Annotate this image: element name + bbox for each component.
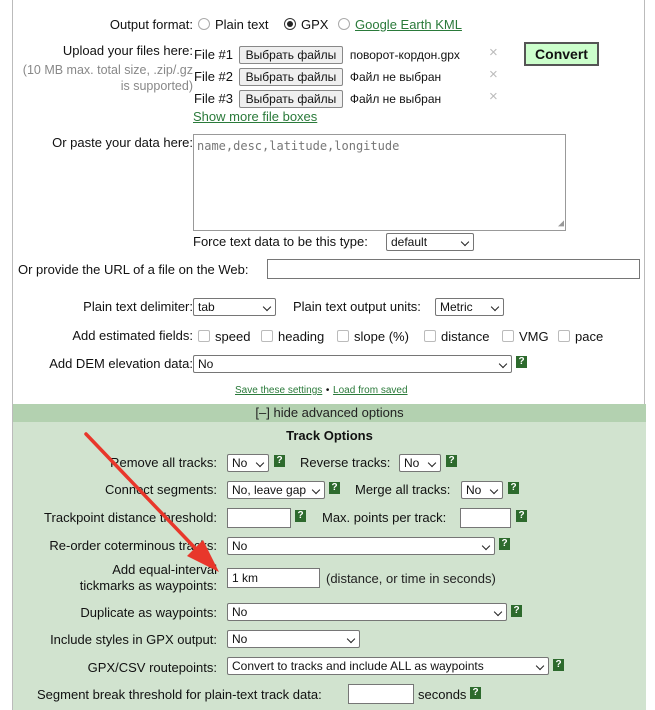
radio-circle[interactable]	[198, 18, 210, 30]
help-icon[interactable]: ?	[511, 605, 522, 617]
load-settings-link[interactable]: Load from saved	[333, 385, 408, 396]
merge-all-tracks-select[interactable]: No	[461, 481, 503, 499]
output-format-label: Output format:	[109, 17, 193, 32]
reorder-tracks-label: Re-order coterminous tracks:	[49, 538, 217, 553]
file-name-2: Файл не выбран	[349, 70, 442, 84]
url-label: Or provide the URL of a file on the Web:	[18, 262, 249, 277]
checkbox-distance[interactable]: distance	[424, 329, 489, 344]
resize-grip-icon[interactable]: ◢	[558, 218, 564, 229]
close-icon[interactable]: ×	[489, 44, 498, 61]
convert-button[interactable]: Convert	[524, 42, 599, 66]
checkbox-speed[interactable]: speed	[198, 329, 250, 344]
tickmarks-label: Add equal-interval tickmarks as waypoint…	[79, 562, 217, 593]
routepoints-select[interactable]: Convert to tracks and include ALL as way…	[227, 657, 549, 675]
reorder-tracks-select[interactable]: No	[227, 537, 495, 555]
save-settings-link[interactable]: Save these settings	[235, 385, 322, 396]
radio-gpx[interactable]: GPX	[284, 17, 328, 32]
checkbox-slope[interactable]: slope (%)	[337, 329, 409, 344]
help-icon[interactable]: ?	[499, 538, 510, 550]
segment-break-input[interactable]	[348, 684, 414, 704]
estimated-fields-label: Add estimated fields:	[72, 328, 193, 343]
delimiter-select[interactable]: tab	[193, 298, 276, 316]
help-icon[interactable]: ?	[274, 455, 285, 467]
advanced-options-panel: [–] hide advanced options Track Options …	[13, 404, 646, 710]
connect-segments-select[interactable]: No, leave gap	[227, 481, 325, 499]
checkbox-box[interactable]	[502, 330, 514, 342]
choose-file-button-3[interactable]: Выбрать файлы	[238, 90, 344, 108]
help-icon[interactable]: ?	[516, 356, 527, 368]
close-icon[interactable]: ×	[489, 88, 498, 105]
close-icon[interactable]: ×	[489, 66, 498, 83]
delimiter-label: Plain text delimiter:	[83, 299, 193, 314]
help-icon[interactable]: ?	[553, 659, 564, 671]
distance-threshold-label: Trackpoint distance threshold:	[44, 510, 217, 525]
file-row-1: File #1 Выбрать файлы поворот-кордон.gpx	[194, 46, 460, 64]
choose-file-button-1[interactable]: Выбрать файлы	[238, 46, 344, 64]
help-icon[interactable]: ?	[508, 482, 519, 494]
help-icon[interactable]: ?	[329, 482, 340, 494]
file-row-3: File #3 Выбрать файлы Файл не выбран	[194, 90, 442, 108]
paste-data-textarea[interactable]: name,desc,latitude,longitude ◢	[193, 134, 566, 231]
segment-break-label: Segment break threshold for plain-text t…	[37, 687, 322, 702]
checkbox-vmg[interactable]: VMG	[502, 329, 549, 344]
kml-link[interactable]: Google Earth KML	[355, 17, 462, 32]
force-type-select[interactable]: default	[386, 233, 474, 251]
tickmarks-input[interactable]: 1 km	[227, 568, 320, 588]
settings-links: Save these settings • Load from saved	[235, 385, 408, 396]
upload-hint: (10 MB max. total size, .zip/.gz is supp…	[22, 63, 193, 93]
dem-select[interactable]: No	[193, 355, 512, 373]
segment-break-unit: seconds	[418, 687, 467, 702]
radio-plain-text[interactable]: Plain text	[198, 17, 268, 32]
include-styles-label: Include styles in GPX output:	[50, 632, 217, 647]
tickmarks-hint: (distance, or time in seconds)	[326, 571, 496, 586]
checkbox-box[interactable]	[424, 330, 436, 342]
file-name-3: Файл не выбран	[349, 92, 442, 106]
help-icon[interactable]: ?	[470, 687, 481, 699]
duplicate-waypoints-label: Duplicate as waypoints:	[80, 605, 217, 620]
routepoints-label: GPX/CSV routepoints:	[87, 660, 217, 675]
paste-label: Or paste your data here:	[52, 135, 193, 150]
paste-placeholder: name,desc,latitude,longitude	[197, 139, 400, 153]
max-points-label: Max. points per track:	[322, 510, 447, 525]
remove-all-tracks-label: Remove all tracks:	[110, 455, 217, 470]
form-panel: Output format: Plain text GPX Google Ear…	[12, 0, 646, 710]
reverse-tracks-label: Reverse tracks:	[300, 455, 391, 470]
radio-circle-selected[interactable]	[284, 18, 296, 30]
track-options-title: Track Options	[286, 428, 373, 443]
checkbox-box[interactable]	[261, 330, 273, 342]
force-type-label: Force text data to be this type:	[193, 234, 368, 249]
reverse-tracks-select[interactable]: No	[399, 454, 441, 472]
include-styles-select[interactable]: No	[227, 630, 360, 648]
checkbox-heading[interactable]: heading	[261, 329, 324, 344]
duplicate-waypoints-select[interactable]: No	[227, 603, 507, 621]
units-select[interactable]: Metric	[435, 298, 504, 316]
checkbox-pace[interactable]: pace	[558, 329, 603, 344]
checkbox-box[interactable]	[558, 330, 570, 342]
radio-kml[interactable]: Google Earth KML	[338, 17, 462, 32]
distance-threshold-input[interactable]	[227, 508, 291, 528]
url-input[interactable]	[267, 259, 640, 279]
radio-circle[interactable]	[338, 18, 350, 30]
max-points-input[interactable]	[460, 508, 511, 528]
show-more-file-boxes-link[interactable]: Show more file boxes	[193, 109, 317, 124]
upload-label: Upload your files here:	[62, 43, 193, 58]
checkbox-box[interactable]	[198, 330, 210, 342]
choose-file-button-2[interactable]: Выбрать файлы	[238, 68, 344, 86]
file-name-1: поворот-кордон.gpx	[349, 48, 460, 62]
units-label: Plain text output units:	[293, 299, 421, 314]
help-icon[interactable]: ?	[516, 510, 527, 522]
dem-label: Add DEM elevation data:	[49, 356, 193, 371]
remove-all-tracks-select[interactable]: No	[227, 454, 269, 472]
checkbox-box[interactable]	[337, 330, 349, 342]
connect-segments-label: Connect segments:	[104, 482, 217, 497]
help-icon[interactable]: ?	[295, 510, 306, 522]
file-row-2: File #2 Выбрать файлы Файл не выбран	[194, 68, 442, 86]
hide-advanced-toggle[interactable]: [–] hide advanced options	[13, 404, 646, 422]
help-icon[interactable]: ?	[446, 455, 457, 467]
merge-all-tracks-label: Merge all tracks:	[355, 482, 451, 497]
